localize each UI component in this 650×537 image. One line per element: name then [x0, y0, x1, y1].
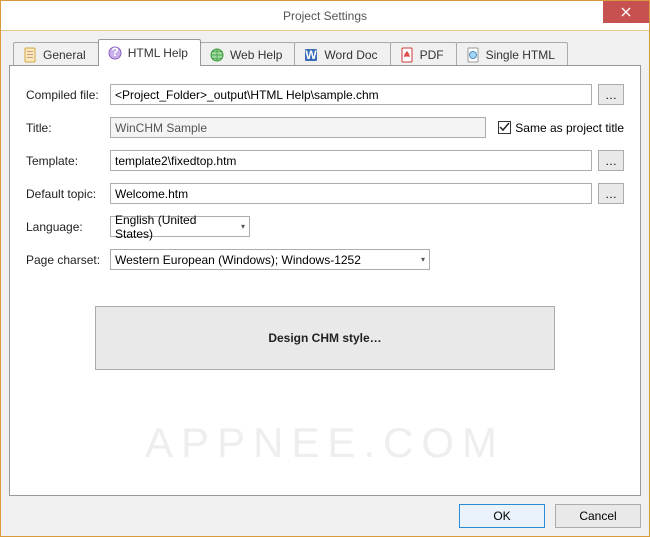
tab-label: PDF	[420, 48, 444, 62]
tab-web-help[interactable]: Web Help	[200, 42, 295, 66]
window-title: Project Settings	[1, 9, 649, 23]
tab-label: HTML Help	[128, 46, 188, 60]
same-as-project-checkbox[interactable]	[498, 121, 511, 134]
design-button-label: Design CHM style…	[268, 331, 381, 345]
language-value: English (United States)	[115, 213, 235, 241]
language-row: Language: English (United States) ▾	[26, 216, 624, 237]
compiled-file-browse-button[interactable]: …	[598, 84, 624, 105]
button-bar: OK Cancel	[9, 496, 641, 528]
title-label: Title:	[26, 121, 104, 135]
close-icon	[621, 7, 631, 17]
word-doc-icon: W	[303, 47, 319, 63]
template-label: Template:	[26, 154, 104, 168]
titlebar: Project Settings	[1, 1, 649, 31]
page-charset-row: Page charset: Western European (Windows)…	[26, 249, 624, 270]
tab-label: Word Doc	[324, 48, 377, 62]
template-browse-button[interactable]: …	[598, 150, 624, 171]
tab-general[interactable]: General	[13, 42, 99, 66]
cancel-button[interactable]: Cancel	[555, 504, 641, 528]
language-label: Language:	[26, 220, 104, 234]
tab-label: General	[43, 48, 86, 62]
tab-pdf[interactable]: PDF	[390, 42, 457, 66]
check-icon	[499, 122, 510, 133]
tabstrip: General ? HTML Help Web Help W Word Doc …	[9, 39, 641, 66]
chevron-down-icon: ▾	[241, 222, 245, 231]
project-settings-window: Project Settings General ? HTML Help Web…	[0, 0, 650, 537]
compiled-file-input[interactable]	[110, 84, 592, 105]
tab-panel: Compiled file: … Title: Same as project …	[9, 65, 641, 496]
compiled-file-row: Compiled file: …	[26, 84, 624, 105]
ellipsis-icon: …	[605, 88, 617, 102]
ellipsis-icon: …	[605, 154, 617, 168]
general-icon	[22, 47, 38, 63]
design-chm-style-button[interactable]: Design CHM style…	[95, 306, 555, 370]
cancel-label: Cancel	[579, 509, 616, 523]
page-charset-label: Page charset:	[26, 253, 104, 267]
title-row: Title: Same as project title	[26, 117, 624, 138]
tab-label: Web Help	[230, 48, 282, 62]
ok-label: OK	[493, 509, 510, 523]
default-topic-row: Default topic: …	[26, 183, 624, 204]
ok-button[interactable]: OK	[459, 504, 545, 528]
default-topic-browse-button[interactable]: …	[598, 183, 624, 204]
watermark: APPNEE.COM	[10, 419, 640, 467]
chevron-down-icon: ▾	[421, 255, 425, 264]
page-charset-value: Western European (Windows); Windows-1252	[115, 253, 361, 267]
tab-single-html[interactable]: Single HTML	[456, 42, 568, 66]
compiled-file-label: Compiled file:	[26, 88, 104, 102]
web-help-icon	[209, 47, 225, 63]
same-as-project-label: Same as project title	[515, 121, 624, 135]
language-select[interactable]: English (United States) ▾	[110, 216, 250, 237]
svg-text:W: W	[306, 48, 318, 62]
same-as-project-checkbox-wrap[interactable]: Same as project title	[498, 121, 624, 135]
pdf-icon	[399, 47, 415, 63]
template-input[interactable]	[110, 150, 592, 171]
single-html-icon	[465, 47, 481, 63]
ellipsis-icon: …	[605, 187, 617, 201]
tab-label: Single HTML	[486, 48, 555, 62]
tab-html-help[interactable]: ? HTML Help	[98, 39, 201, 66]
svg-text:?: ?	[111, 45, 118, 59]
title-input	[110, 117, 486, 138]
template-row: Template: …	[26, 150, 624, 171]
page-charset-select[interactable]: Western European (Windows); Windows-1252…	[110, 249, 430, 270]
html-help-icon: ?	[107, 45, 123, 61]
tab-word-doc[interactable]: W Word Doc	[294, 42, 390, 66]
close-button[interactable]	[603, 1, 649, 23]
default-topic-input[interactable]	[110, 183, 592, 204]
content-area: General ? HTML Help Web Help W Word Doc …	[1, 31, 649, 536]
default-topic-label: Default topic:	[26, 187, 104, 201]
